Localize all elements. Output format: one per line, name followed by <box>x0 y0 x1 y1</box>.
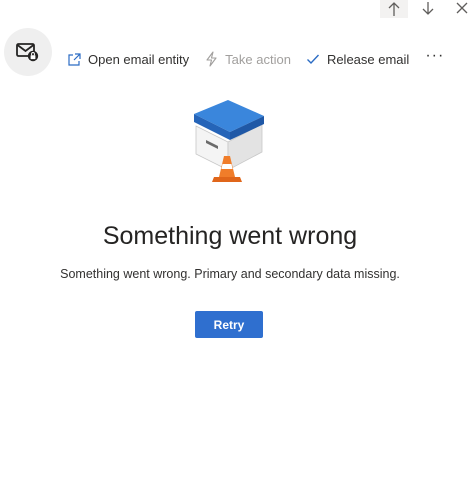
next-item-button[interactable] <box>414 0 442 18</box>
release-email-label: Release email <box>326 51 410 67</box>
lightning-icon <box>203 51 219 67</box>
take-action-label: Take action <box>225 51 291 67</box>
email-entity-panel: Open email entity Take action Release em… <box>0 0 474 496</box>
checkmark-icon <box>305 51 321 67</box>
more-options-icon: ··· <box>425 47 445 64</box>
open-email-entity-button[interactable]: Open email entity <box>66 51 189 67</box>
open-external-icon <box>66 51 82 67</box>
more-options-button[interactable]: ··· <box>425 47 444 65</box>
open-email-entity-label: Open email entity <box>88 51 190 67</box>
arrow-down-icon <box>422 2 434 15</box>
email-entity-icon <box>16 43 39 62</box>
empty-state-illustration <box>194 100 264 182</box>
arrow-up-icon <box>388 2 400 16</box>
take-action-button[interactable]: Take action <box>203 51 291 67</box>
retry-button[interactable]: Retry <box>195 311 263 338</box>
command-bar: Open email entity Take action Release em… <box>66 47 444 70</box>
error-message: Something went wrong. Primary and second… <box>60 267 400 281</box>
release-email-button[interactable]: Release email <box>305 51 409 67</box>
error-title: Something went wrong <box>102 222 358 250</box>
previous-item-button[interactable] <box>380 0 408 18</box>
entity-avatar <box>4 28 52 76</box>
close-button[interactable] <box>448 0 474 18</box>
close-icon <box>456 2 468 14</box>
